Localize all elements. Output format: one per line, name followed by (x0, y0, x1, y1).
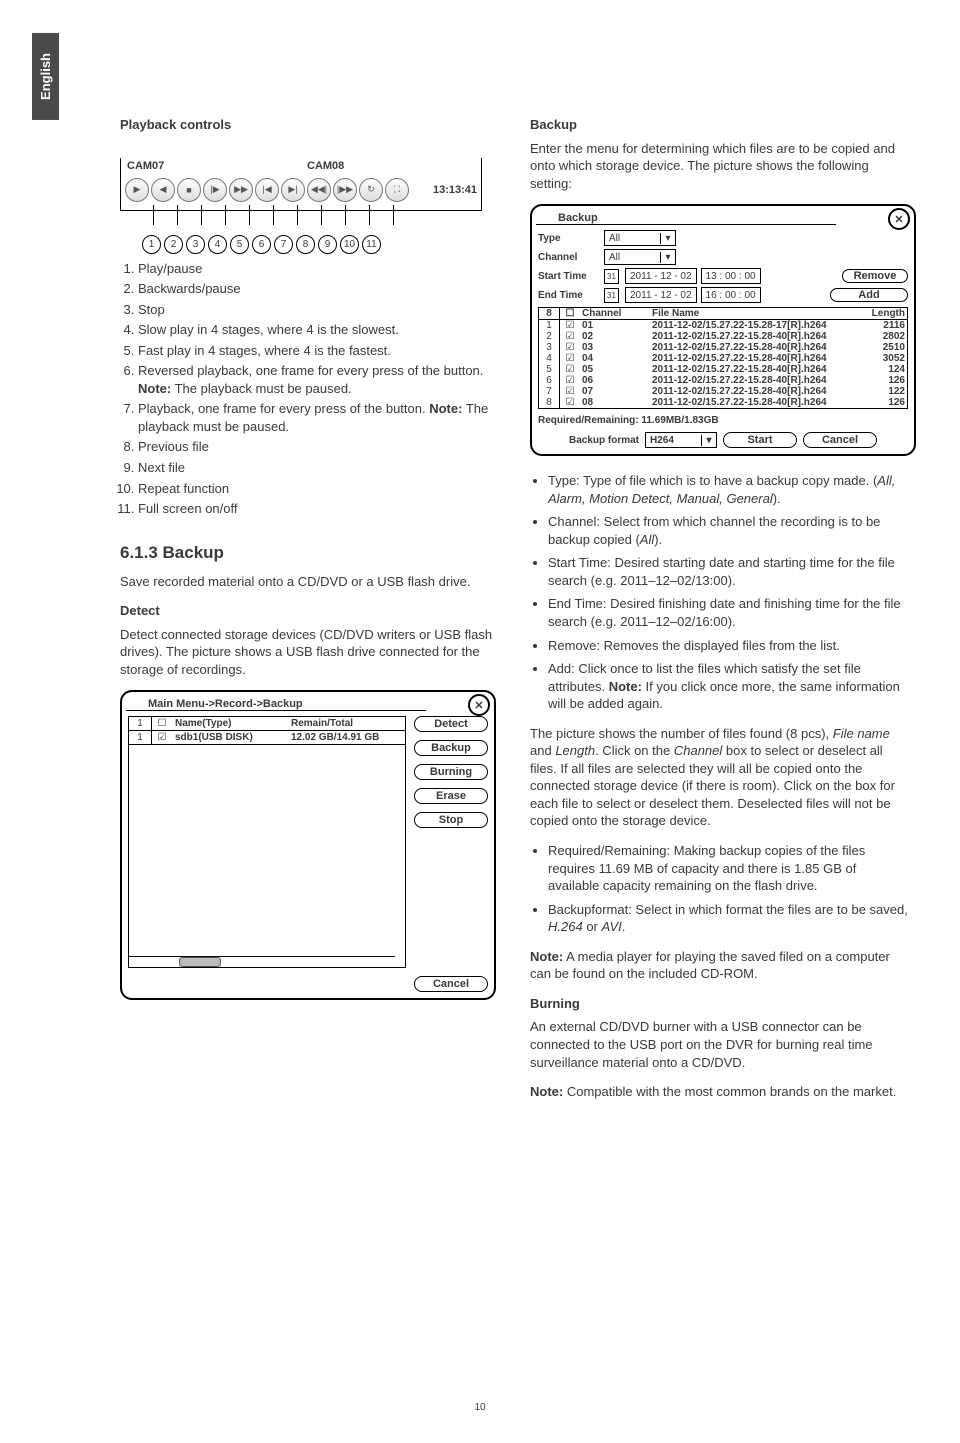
add-button[interactable]: Add (830, 288, 908, 302)
backup-heading: Backup (530, 116, 910, 134)
section-backup-heading: 6.1.3 Backup (120, 542, 498, 565)
format-label: Backup format (569, 435, 639, 446)
end-time-label: End Time (538, 290, 600, 301)
main-menu-backup-window: ✕ Main Menu->Record->Backup 1 ☐ Name(Typ… (120, 690, 496, 1000)
table-row[interactable]: 1012011-12-02/15.27.22-15.28-17[R].h2642… (539, 320, 907, 331)
backup-dialog: ✕ Backup Type All▾ Channel All▾ Start Ti… (530, 204, 916, 456)
start-button[interactable]: Start (723, 432, 797, 448)
playback-heading: Playback controls (120, 116, 498, 134)
backup-intro: Enter the menu for determining which fil… (530, 140, 910, 193)
playback-diagram: CAM07 CAM08 ▶ ◀ ■ |▶ ▶▶ |◀ ▶| ◀◀| |▶▶ ↻ … (120, 158, 482, 211)
cam-label: CAM08 (301, 158, 481, 174)
start-time-label: Start Time (538, 271, 600, 282)
callout-numbers: 123 456 789 1011 (142, 235, 498, 254)
step-fwd-icon[interactable]: ▶| (281, 178, 305, 202)
table-row[interactable]: 3032011-12-02/15.27.22-15.28-40[R].h2642… (539, 342, 907, 353)
file-table: 8 ☐ Channel File Name Length 1012011-12-… (538, 307, 908, 409)
scrollbar[interactable] (129, 956, 395, 967)
device-table: 1 ☐ Name(Type) Remain/Total 1 ☑ sdb1(USB… (128, 716, 406, 968)
language-tab: English (32, 33, 59, 120)
table-row[interactable]: 1 ☑ sdb1(USB DISK) 12.02 GB/14.91 GB (129, 731, 405, 745)
fullscreen-icon[interactable]: ⛶ (385, 178, 409, 202)
detect-text: Detect connected storage devices (CD/DVD… (120, 626, 498, 679)
chevron-down-icon: ▾ (660, 233, 675, 244)
burning-text: An external CD/DVD burner with a USB con… (530, 1018, 910, 1071)
chevron-down-icon: ▾ (701, 435, 716, 446)
page-number: 10 (0, 1402, 960, 1413)
burning-heading: Burning (530, 995, 910, 1013)
remove-button[interactable]: Remove (842, 269, 908, 283)
prev-file-icon[interactable]: ◀◀| (307, 178, 331, 202)
calendar-icon[interactable]: 31 (604, 269, 619, 284)
backup-options-list-2: Required/Remaining: Making backup copies… (530, 842, 910, 936)
cancel-button[interactable]: Cancel (803, 432, 877, 448)
detect-heading: Detect (120, 602, 498, 620)
erase-button[interactable]: Erase (414, 788, 488, 804)
table-row[interactable]: 7072011-12-02/15.27.22-15.28-40[R].h2641… (539, 386, 907, 397)
playback-controls-list: Play/pause Backwards/pause Stop Slow pla… (120, 260, 498, 518)
fast-icon[interactable]: ▶▶ (229, 178, 253, 202)
chevron-down-icon: ▾ (660, 252, 675, 263)
repeat-icon[interactable]: ↻ (359, 178, 383, 202)
step-back-icon[interactable]: |◀ (255, 178, 279, 202)
stop-icon[interactable]: ■ (177, 178, 201, 202)
table-row[interactable]: 5052011-12-02/15.27.22-15.28-40[R].h2641… (539, 364, 907, 375)
start-time-field[interactable]: 13 : 00 : 00 (701, 268, 761, 284)
window-title: Backup (558, 212, 908, 224)
stop-button[interactable]: Stop (414, 812, 488, 828)
note-media: Note: A media player for playing the sav… (530, 948, 910, 983)
section-backup-text: Save recorded material onto a CD/DVD or … (120, 573, 498, 591)
slow-icon[interactable]: |▶ (203, 178, 227, 202)
required-remaining: Required/Remaining: 11.69MB/1.83GB (538, 415, 908, 426)
files-paragraph: The picture shows the number of files fo… (530, 725, 910, 830)
note-compat: Note: Compatible with the most common br… (530, 1083, 910, 1101)
table-row[interactable]: 4042011-12-02/15.27.22-15.28-40[R].h2643… (539, 353, 907, 364)
table-row[interactable]: 6062011-12-02/15.27.22-15.28-40[R].h2641… (539, 375, 907, 386)
detect-button[interactable]: Detect (414, 716, 488, 732)
backup-button[interactable]: Backup (414, 740, 488, 756)
type-select[interactable]: All▾ (604, 230, 676, 246)
calendar-icon[interactable]: 31 (604, 288, 619, 303)
playback-time: 13:13:41 (433, 184, 477, 196)
format-select[interactable]: H264▾ (645, 432, 717, 448)
channel-select[interactable]: All▾ (604, 249, 676, 265)
table-row[interactable]: 2022011-12-02/15.27.22-15.28-40[R].h2642… (539, 331, 907, 342)
start-date-field[interactable]: 2011 - 12 - 02 (625, 268, 697, 284)
burning-button[interactable]: Burning (414, 764, 488, 780)
channel-label: Channel (538, 252, 600, 263)
cam-label: CAM07 (121, 158, 301, 174)
end-date-field[interactable]: 2011 - 12 - 02 (625, 287, 697, 303)
back-icon[interactable]: ◀ (151, 178, 175, 202)
end-time-field[interactable]: 16 : 00 : 00 (701, 287, 761, 303)
backup-options-list: Type: Type of file which is to have a ba… (530, 472, 910, 713)
play-icon[interactable]: ▶ (125, 178, 149, 202)
type-label: Type (538, 233, 600, 244)
cancel-button[interactable]: Cancel (414, 976, 488, 992)
next-file-icon[interactable]: |▶▶ (333, 178, 357, 202)
table-row[interactable]: 8082011-12-02/15.27.22-15.28-40[R].h2641… (539, 397, 907, 408)
window-title: Main Menu->Record->Backup (148, 698, 488, 710)
